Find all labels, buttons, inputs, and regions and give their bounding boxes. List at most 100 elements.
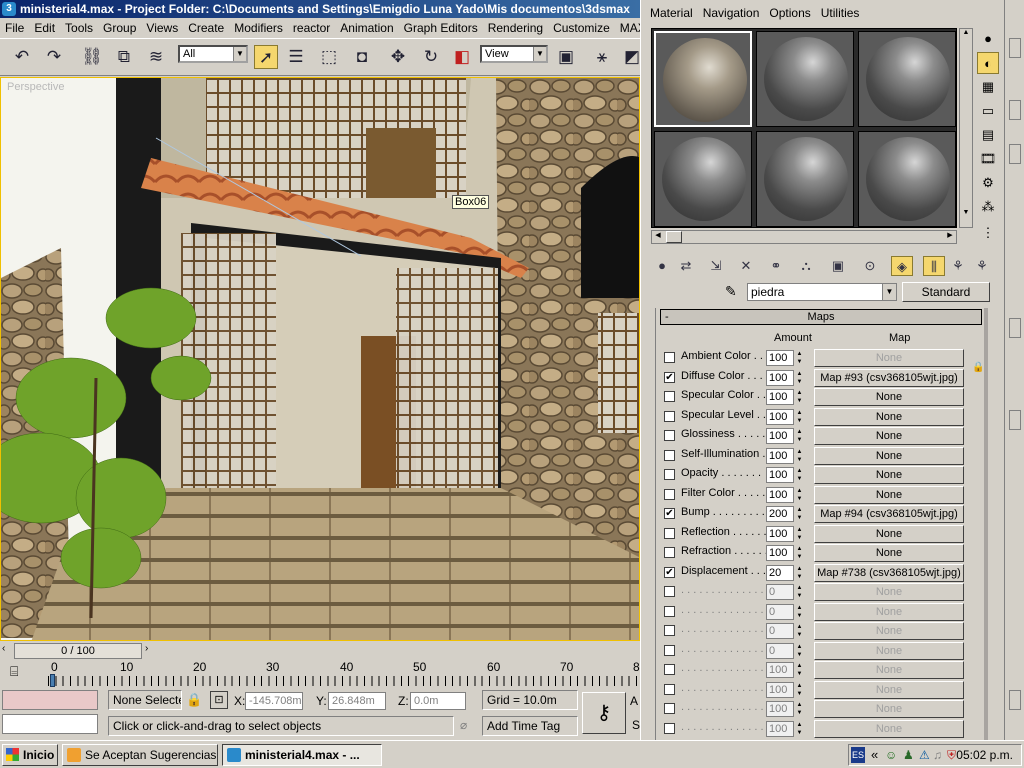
- map-enable-checkbox[interactable]: [664, 683, 675, 695]
- map-enable-checkbox[interactable]: ✔: [664, 371, 675, 383]
- viewport-label[interactable]: Perspective: [7, 81, 64, 93]
- amount-spinner-icon[interactable]: ▲ ▼: [795, 506, 804, 522]
- z-coordinate-field[interactable]: 0.0m: [410, 692, 466, 710]
- panel-tab[interactable]: [1009, 318, 1021, 338]
- map-slot-button[interactable]: Map #93 (csv368105wjt.jpg): [814, 368, 964, 387]
- amount-spinner-icon[interactable]: ▲ ▼: [795, 545, 804, 561]
- eyedropper-icon[interactable]: ✎: [725, 283, 737, 300]
- amount-spinner-icon[interactable]: ▲ ▼: [795, 701, 804, 717]
- map-enable-checkbox[interactable]: [664, 449, 675, 461]
- map-amount-field[interactable]: 100: [766, 467, 794, 483]
- slots-horizontal-scrollbar[interactable]: ◀ ▶: [651, 230, 957, 244]
- map-enable-checkbox[interactable]: ✔: [664, 566, 675, 578]
- amount-spinner-icon[interactable]: ▲ ▼: [795, 623, 804, 639]
- show-end-result-icon[interactable]: ◈: [891, 256, 913, 276]
- set-key-icon[interactable]: ⚷: [582, 692, 626, 734]
- menu-views[interactable]: Views: [141, 18, 183, 38]
- amount-spinner-icon[interactable]: ▲ ▼: [795, 370, 804, 386]
- select-by-material-icon[interactable]: ⁂: [977, 196, 999, 218]
- scale-icon[interactable]: ◧: [450, 45, 474, 69]
- amount-spinner-icon[interactable]: ▲ ▼: [795, 350, 804, 366]
- map-amount-field[interactable]: 0: [766, 642, 794, 659]
- map-slot-button[interactable]: None: [814, 485, 964, 504]
- selection-filter-dropdown[interactable]: All ▼: [178, 45, 248, 63]
- amount-spinner-icon[interactable]: ▲ ▼: [795, 682, 804, 698]
- map-amount-field[interactable]: 100: [766, 350, 794, 366]
- map-enable-checkbox[interactable]: [664, 664, 675, 675]
- map-slot-button[interactable]: None: [814, 446, 964, 465]
- map-slot-button[interactable]: None: [814, 680, 964, 699]
- map-slot-button[interactable]: None: [814, 466, 964, 484]
- lock-icon[interactable]: 🔒: [186, 692, 202, 708]
- amount-spinner-icon[interactable]: ▲ ▼: [795, 389, 804, 405]
- slider-prev-icon[interactable]: ‹: [2, 643, 5, 654]
- amount-spinner-icon[interactable]: ▲ ▼: [795, 604, 804, 620]
- slots-vertical-scrollbar[interactable]: ▲ ▼: [959, 28, 973, 228]
- map-enable-checkbox[interactable]: [664, 722, 675, 734]
- time-slider[interactable]: ‹ 0 / 100 ›: [0, 642, 640, 660]
- maps-rollout-header[interactable]: - Maps: [660, 309, 982, 325]
- start-button[interactable]: Inicio: [2, 744, 58, 766]
- map-slot-button[interactable]: None: [814, 524, 964, 543]
- absolute-mode-icon[interactable]: ⊡: [210, 691, 228, 709]
- map-amount-field[interactable]: 100: [766, 662, 794, 678]
- menu-file[interactable]: File: [0, 18, 29, 38]
- map-slot-button[interactable]: None: [814, 583, 964, 601]
- rollout-scrollbar[interactable]: [984, 308, 988, 740]
- scroll-up-icon[interactable]: ▲: [960, 29, 972, 41]
- map-enable-checkbox[interactable]: [664, 469, 675, 480]
- current-frame-marker[interactable]: [50, 674, 55, 687]
- material-slot[interactable]: [756, 131, 854, 227]
- unlink-icon[interactable]: ⧉: [112, 45, 136, 69]
- map-amount-field[interactable]: 100: [766, 545, 794, 561]
- perspective-viewport[interactable]: Perspective Box06: [0, 77, 640, 641]
- map-amount-field[interactable]: 100: [766, 525, 794, 542]
- x-coordinate-field[interactable]: -145.708m: [245, 692, 303, 710]
- track-bar[interactable]: ⌸ 0 10 20 30 40 50 60 70 8: [0, 660, 640, 688]
- panel-tab[interactable]: [1009, 144, 1021, 164]
- panel-tab[interactable]: [1009, 100, 1021, 120]
- amount-spinner-icon[interactable]: ▲ ▼: [795, 721, 804, 737]
- link-icon[interactable]: ⛓: [80, 45, 104, 69]
- map-slot-button[interactable]: None: [814, 641, 964, 660]
- menu-edit[interactable]: Edit: [29, 18, 60, 38]
- amount-spinner-icon[interactable]: ▲ ▼: [795, 487, 804, 503]
- map-slot-button[interactable]: None: [814, 407, 964, 426]
- map-amount-field[interactable]: 100: [766, 681, 794, 698]
- video-color-check-icon[interactable]: ▤: [977, 124, 999, 146]
- people-icon[interactable]: ♟: [903, 748, 914, 762]
- map-amount-field[interactable]: 100: [766, 389, 794, 405]
- map-enable-checkbox[interactable]: [664, 352, 675, 363]
- move-icon[interactable]: ✥: [386, 45, 410, 69]
- make-preview-icon[interactable]: 🎞: [977, 148, 999, 170]
- rotate-icon[interactable]: ↻: [419, 45, 443, 69]
- time-tag-icon[interactable]: ⌀: [460, 718, 467, 732]
- amount-spinner-icon[interactable]: ▲ ▼: [795, 409, 804, 425]
- map-slot-button[interactable]: None: [814, 349, 964, 367]
- map-enable-checkbox[interactable]: [664, 586, 675, 597]
- map-amount-field[interactable]: 100: [766, 408, 794, 425]
- taskbar-item-3dsmax[interactable]: ministerial4.max - ...: [222, 744, 382, 766]
- reset-map-icon[interactable]: ✕: [735, 256, 757, 276]
- lock-icon[interactable]: 🔒: [972, 362, 984, 373]
- maxscript-listener-white[interactable]: [2, 714, 98, 734]
- volume-icon[interactable]: ♫: [933, 748, 942, 762]
- menu-maxscript[interactable]: MAXScript: [615, 18, 640, 38]
- material-slot[interactable]: [654, 31, 752, 127]
- pivot-icon[interactable]: ▣: [554, 45, 578, 69]
- material-effects-channel-icon[interactable]: ▣: [827, 256, 849, 276]
- make-unique-icon[interactable]: ⚭: [765, 256, 787, 276]
- map-enable-checkbox[interactable]: [664, 547, 675, 558]
- amount-spinner-icon[interactable]: ▲ ▼: [795, 526, 804, 542]
- menu-reactor[interactable]: reactor: [288, 18, 335, 38]
- curve-editor-icon[interactable]: ⌸: [10, 663, 18, 680]
- security-shield-icon[interactable]: ⛨: [947, 748, 956, 763]
- reference-coord-dropdown[interactable]: View ▼: [480, 45, 548, 63]
- menu-animation[interactable]: Animation: [335, 18, 398, 38]
- undo-icon[interactable]: ↶: [10, 45, 34, 69]
- menu-options[interactable]: Options: [764, 0, 815, 26]
- sample-uv-tiling-icon[interactable]: ▭: [977, 100, 999, 122]
- bind-space-warp-icon[interactable]: ≋: [144, 45, 168, 69]
- material-name-field[interactable]: piedra ▼: [747, 283, 897, 301]
- map-enable-checkbox[interactable]: [664, 625, 675, 636]
